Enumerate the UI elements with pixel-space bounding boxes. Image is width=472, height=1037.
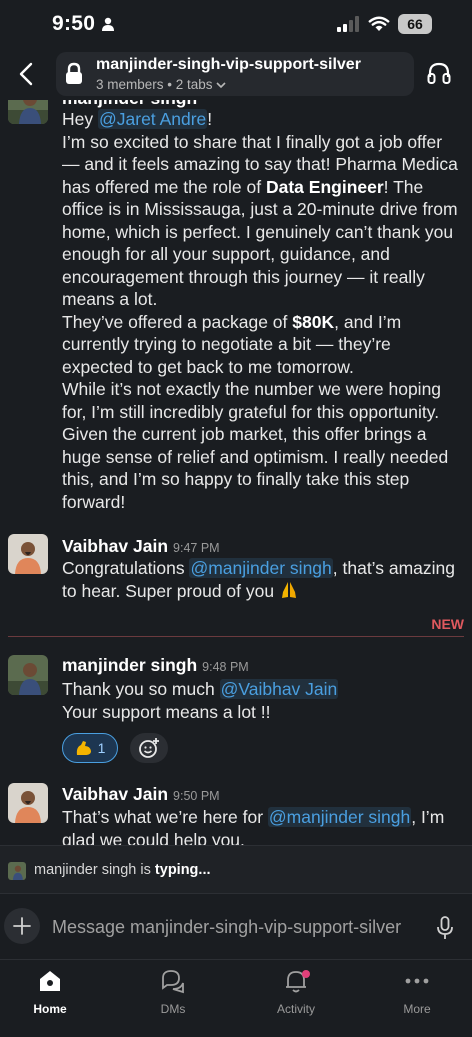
nav-label: DMs: [160, 1002, 186, 1016]
nav-dms[interactable]: DMs: [133, 966, 213, 1026]
avatar[interactable]: [8, 655, 48, 695]
nav-label: Home: [33, 1002, 67, 1016]
attach-button[interactable]: [4, 908, 40, 944]
timestamp: 9:47 PM: [173, 541, 220, 555]
sender-name: Vaibhav Jain 9:47 PM: [62, 536, 220, 557]
message-text: That’s what we’re here for @manjinder si…: [62, 806, 458, 845]
avatar[interactable]: [8, 100, 48, 124]
headphones-icon: [427, 62, 451, 84]
channel-meta-text: 3 members • 2 tabs: [96, 77, 213, 92]
channel-name: manjinder-singh-vip-support-silver: [96, 56, 361, 73]
wifi-icon: [368, 16, 390, 31]
paragraph: While it’s not exactly the number we wer…: [62, 379, 449, 512]
typing-user: manjinder singh: [34, 862, 137, 878]
person-icon: [102, 17, 114, 31]
channel-meta: 3 members • 2 tabs: [96, 77, 226, 92]
more-dots-icon: [403, 966, 431, 996]
lock-icon: [66, 62, 82, 84]
typing-avatar: [8, 862, 26, 880]
add-reaction-button[interactable]: [130, 733, 168, 763]
message-list[interactable]: manjinder singh Hey @Jaret Andre! I’m so…: [0, 100, 472, 845]
avatar[interactable]: [8, 783, 48, 823]
typing-verb: is: [140, 862, 151, 878]
message-line: Your support means a lot !!: [62, 701, 271, 722]
notification-dot: [302, 970, 310, 978]
status-time: 9:50: [52, 12, 96, 35]
timestamp: 9:48 PM: [202, 660, 249, 674]
paragraph-text: They’ve offered a package of: [62, 311, 288, 332]
message-text: Thank you so much @Vaibhav Jain Your sup…: [62, 678, 458, 723]
avatar-image: [8, 862, 26, 880]
sender-name: manjinder singh 9:48 PM: [62, 655, 249, 676]
message-text: Congratulations @manjinder singh, that’s…: [62, 557, 458, 602]
slack-app: 9:50 66 manjinder-singh-vip-support-silv…: [0, 0, 472, 1037]
avatar-image: [8, 100, 48, 124]
back-button[interactable]: [14, 58, 38, 90]
sender-name-text[interactable]: manjinder singh: [62, 655, 197, 675]
nav-more[interactable]: More: [377, 966, 457, 1026]
message-text-part: Congratulations: [62, 558, 185, 578]
message-text-part: Thank you so much: [62, 679, 215, 699]
microphone-button[interactable]: [436, 916, 456, 940]
new-messages-divider: [8, 636, 464, 637]
sender-name-text[interactable]: Vaibhav Jain: [62, 536, 168, 556]
chevron-left-icon: [19, 62, 33, 86]
reaction-count: 1: [97, 740, 106, 756]
chevron-down-icon: [216, 82, 226, 89]
mention[interactable]: @manjinder singh: [267, 807, 412, 827]
typing-text: manjinder singh is typing...: [34, 862, 211, 878]
typing-indicator: manjinder singh is typing...: [0, 845, 472, 893]
paragraph: I’m so excited to share that I finally g…: [62, 131, 458, 311]
bottom-navigation: Home DMs Activity More: [0, 959, 472, 1037]
punctuation: !: [207, 109, 213, 129]
status-bar: 9:50 66: [0, 0, 472, 48]
nav-home[interactable]: Home: [10, 966, 90, 1026]
folded-hands-emoji-icon: [281, 581, 296, 598]
timestamp: 9:50 PM: [173, 789, 220, 803]
nav-label: Activity: [276, 1002, 315, 1016]
plus-icon: [13, 917, 31, 935]
avatar-image: [8, 783, 48, 823]
typing-action: typing...: [154, 862, 211, 878]
message-composer: [0, 893, 472, 959]
bold-text: Data Engineer: [265, 176, 384, 197]
reaction-flexed-biceps[interactable]: 1: [62, 733, 118, 763]
nav-label: More: [403, 1002, 431, 1016]
new-messages-label: NEW: [427, 616, 464, 632]
nav-activity[interactable]: Activity: [256, 966, 336, 1026]
signal-icon: [337, 16, 359, 32]
chat-bubbles-icon: [159, 966, 187, 996]
channel-info-button[interactable]: manjinder-singh-vip-support-silver 3 mem…: [56, 52, 414, 96]
message-line: Thank you so much @Vaibhav Jain: [62, 678, 458, 701]
mention[interactable]: @Jaret Andre: [98, 109, 208, 129]
huddle-button[interactable]: [426, 60, 454, 88]
add-emoji-icon: [139, 738, 159, 758]
flexed-biceps-emoji-icon: [76, 741, 91, 755]
home-icon: [36, 966, 64, 996]
message-line: Hey @Jaret Andre!: [62, 108, 458, 131]
microphone-icon: [437, 916, 453, 939]
avatar-image: [8, 534, 48, 574]
mention[interactable]: @Vaibhav Jain: [219, 679, 339, 699]
paragraph: They’ve offered a package of $80K, and I…: [62, 311, 458, 379]
avatar[interactable]: [8, 534, 48, 574]
sender-name: Vaibhav Jain 9:50 PM: [62, 784, 220, 805]
avatar-image: [8, 655, 48, 695]
channel-header: manjinder-singh-vip-support-silver 3 mem…: [0, 48, 472, 100]
sender-name-text[interactable]: Vaibhav Jain: [62, 784, 168, 804]
message-text-part: That’s what we’re here for: [62, 807, 264, 827]
message-text: Hey @Jaret Andre! I’m so excited to shar…: [62, 108, 458, 513]
battery-indicator: 66: [398, 14, 432, 34]
status-indicators: 66: [336, 14, 432, 34]
greeting-text: Hey: [62, 109, 94, 129]
message-input[interactable]: [52, 913, 424, 941]
bold-text: $80K: [292, 311, 335, 332]
mention[interactable]: @manjinder singh: [189, 558, 333, 578]
